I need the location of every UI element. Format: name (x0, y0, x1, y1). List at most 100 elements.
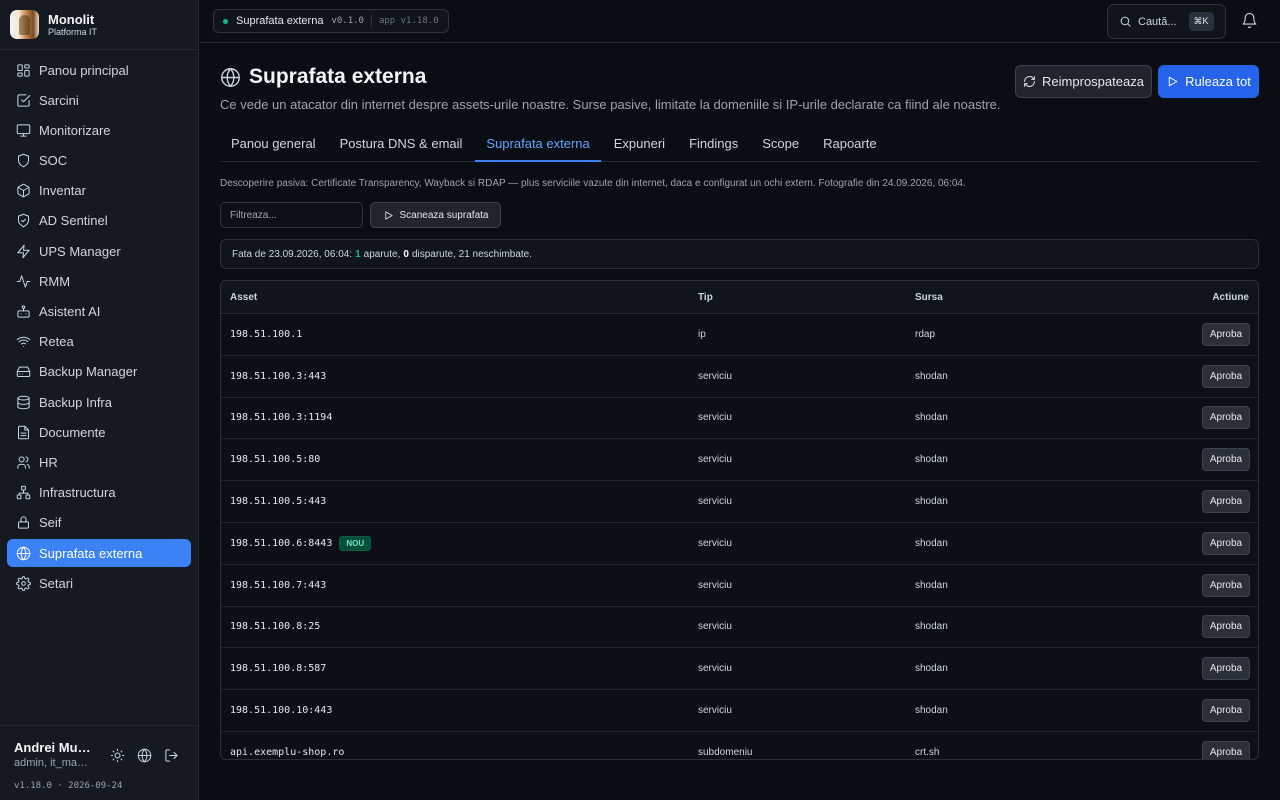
logout-icon[interactable] (164, 748, 179, 766)
sidebar-item-label: Seif (39, 515, 62, 531)
page-description: Ce vede un atacator din internet despre … (220, 97, 1001, 112)
sidebar-item-setari[interactable]: Setari (7, 569, 191, 597)
sidebar-item-label: RMM (39, 273, 71, 289)
sidebar-item-documente[interactable]: Documente (7, 418, 191, 446)
file-icon (18, 425, 29, 439)
brand[interactable]: Monolit Platforma IT (0, 0, 198, 50)
tab-bar: Panou general Postura DNS & email Suprafat… (220, 130, 1259, 162)
refresh-label: Reimprospateaza (1042, 74, 1144, 89)
pill-divider (370, 15, 372, 27)
asset-value: 198.51.100.8:587 (230, 663, 327, 675)
diff-prefix: Fata de 23.09.2026, 06:04: (232, 248, 353, 260)
approve-button[interactable]: Aproba (1202, 364, 1250, 388)
approve-button[interactable]: Aproba (1202, 531, 1250, 555)
asset-source: shodan (915, 370, 948, 382)
sidebar-item-suprafata-externa[interactable]: Suprafata externa (7, 539, 191, 567)
tab-suprafata-externa[interactable]: Suprafata externa (475, 130, 601, 162)
sidebar-item-backup-infra[interactable]: Backup Infra (7, 388, 191, 416)
scan-surface-label: Scaneaza suprafata (399, 209, 489, 221)
approve-button[interactable]: Aproba (1202, 573, 1250, 597)
asset-source: shodan (915, 537, 948, 549)
asset-type: serviciu (698, 454, 732, 466)
sidebar-item-backup-manager[interactable]: Backup Manager (7, 358, 191, 386)
module-pill: Suprafata externa v0.1.0 app v1.18.0 (213, 9, 449, 33)
app-version: v1.18.0 · 2026-09-24 (14, 781, 123, 791)
sidebar-item-panou-principal[interactable]: Panou principal (7, 56, 191, 84)
tab-postura-dns-email[interactable]: Postura DNS & email (329, 130, 474, 162)
dashboard-icon (17, 63, 30, 77)
tab-expuneri[interactable]: Expuneri (603, 130, 676, 162)
approve-button[interactable]: Aproba (1202, 615, 1250, 639)
tab-rapoarte[interactable]: Rapoarte (812, 130, 887, 162)
sidebar-item-seif[interactable]: Seif (7, 509, 191, 537)
sidebar-item-asistent-ai[interactable]: Asistent AI (7, 298, 191, 326)
language-globe-icon[interactable] (137, 748, 152, 766)
approve-button[interactable]: Aproba (1202, 448, 1250, 472)
sidebar-item-inventar[interactable]: Inventar (7, 177, 191, 205)
drive-icon (16, 367, 31, 378)
col-header-tip[interactable]: Tip (698, 292, 915, 303)
zap-icon (17, 244, 30, 258)
status-dot (223, 18, 228, 24)
table-row: 198.51.100.7:443 serviciu shodan Aproba (221, 565, 1258, 607)
filter-input[interactable] (220, 202, 363, 228)
approve-button[interactable]: Aproba (1202, 699, 1250, 723)
sidebar-item-sarcini[interactable]: Sarcini (7, 86, 191, 114)
col-header-asset[interactable]: Asset (221, 292, 698, 303)
wifi-icon (16, 336, 31, 348)
approve-button[interactable]: Aproba (1202, 657, 1250, 681)
play-icon (384, 210, 393, 220)
search-button[interactable]: Caută... ⌘K (1107, 4, 1226, 39)
approve-button[interactable]: Aproba (1202, 322, 1250, 346)
sidebar-item-rmm[interactable]: RMM (7, 267, 191, 295)
sidebar-item-label: Panou principal (39, 62, 129, 78)
sidebar-item-monitorizare[interactable]: Monitorizare (7, 116, 191, 144)
sidebar-item-hr[interactable]: HR (7, 448, 191, 476)
theme-toggle-icon[interactable] (110, 748, 125, 766)
refresh-button[interactable]: Reimprospateaza (1015, 65, 1152, 98)
search-label: Caută... (1138, 15, 1177, 28)
asset-type: subdomeniu (698, 746, 753, 758)
sidebar-item-label: Monitorizare (39, 122, 111, 138)
approve-button[interactable]: Aproba (1202, 406, 1250, 430)
run-all-label: Ruleaza tot (1185, 74, 1251, 89)
run-all-button[interactable]: Ruleaza tot (1158, 65, 1259, 98)
new-badge: NOU (339, 535, 372, 551)
tab-panou-general[interactable]: Panou general (220, 130, 327, 162)
sidebar-item-label: UPS Manager (39, 243, 121, 259)
main-content: Suprafata externa Ce vede un atacator di… (200, 43, 1280, 800)
asset-type: serviciu (698, 412, 732, 424)
notifications-bell-icon[interactable] (1241, 12, 1258, 32)
diff-summary: Fata de 23.09.2026, 06:04: 1 aparute, 0 … (220, 239, 1259, 269)
sidebar-item-label: AD Sentinel (39, 213, 108, 229)
shield-check-icon (18, 214, 29, 228)
table-row: 198.51.100.8:587 serviciu shodan Aproba (221, 648, 1258, 691)
module-version: v0.1.0 (331, 16, 364, 26)
assets-table: Asset Tip Sursa Actiune 198.51.100.1 ip rd… (220, 280, 1259, 760)
approve-button[interactable]: Aproba (1202, 740, 1250, 759)
col-header-actiune: Actiune (1212, 291, 1249, 303)
shield-icon (18, 153, 29, 168)
asset-source: shodan (915, 705, 948, 717)
asset-value: 198.51.100.3:443 (230, 370, 327, 382)
database-icon (17, 395, 30, 409)
sidebar-item-ups-manager[interactable]: UPS Manager (7, 237, 191, 265)
sidebar-item-ad-sentinel[interactable]: AD Sentinel (7, 207, 191, 235)
approve-button[interactable]: Aproba (1202, 490, 1250, 514)
asset-type: serviciu (698, 537, 732, 549)
tab-findings[interactable]: Findings (678, 130, 749, 162)
sidebar-item-infrastructura[interactable]: Infrastructura (7, 479, 191, 507)
globe-icon (221, 67, 240, 87)
asset-source: shodan (915, 496, 948, 508)
monitor-icon (16, 124, 31, 137)
play-icon (1168, 76, 1178, 87)
tab-scope[interactable]: Scope (751, 130, 810, 162)
asset-value: 198.51.100.1 (230, 328, 303, 340)
col-header-sursa[interactable]: Sursa (915, 292, 1115, 303)
scan-surface-button[interactable]: Scaneaza suprafata (370, 202, 501, 228)
sidebar-item-retea[interactable]: Retea (7, 328, 191, 356)
user-role: admin, it_manager (14, 757, 94, 769)
shortcut-kbd: ⌘K (1188, 12, 1214, 31)
checkbox-icon (17, 94, 31, 107)
sidebar-item-soc[interactable]: SOC (7, 147, 191, 175)
